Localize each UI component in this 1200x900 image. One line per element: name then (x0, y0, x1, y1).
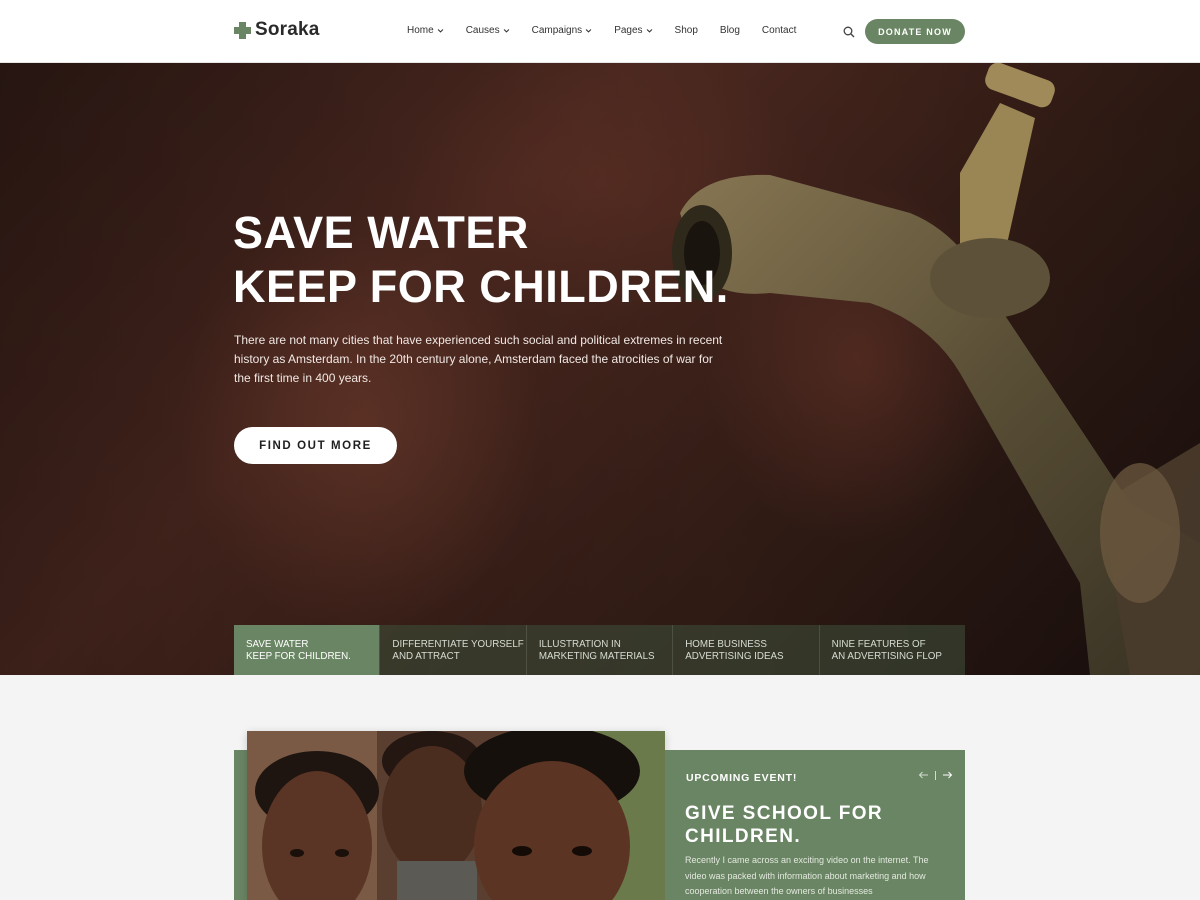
slider-tabs: Save water Keep for children. Differenti… (234, 625, 966, 675)
slider-tab-4[interactable]: Home business advertising ideas (672, 625, 819, 675)
nav-label: Contact (761, 25, 797, 36)
nav-item-blog[interactable]: Blog (720, 25, 740, 36)
slider-tab-2[interactable]: Differentiate yourself and attract (379, 625, 526, 675)
slider-tab-line2: an advertising flop (831, 651, 942, 662)
find-out-more-button[interactable]: FIND OUT MORE (234, 427, 397, 464)
event-title-line2: CHILDREN. (685, 826, 802, 847)
logo-cross-icon (234, 21, 251, 39)
slider-tab-1[interactable]: Save water Keep for children. (234, 625, 380, 675)
event-carousel-controls (918, 770, 953, 780)
main-nav: Home Causes Campaigns Pages Shop Blog Co… (407, 25, 818, 36)
nav-label: Blog (719, 25, 740, 36)
hero-title: SAVE WATER KEEP FOR CHILDREN. (233, 206, 729, 314)
slider-tab-3[interactable]: Illustration in marketing materials (525, 625, 673, 675)
nav-item-shop[interactable]: Shop (675, 25, 698, 36)
nav-item-contact[interactable]: Contact (762, 25, 796, 36)
slider-tab-5[interactable]: Nine features of an advertising flop (818, 625, 966, 675)
hero-title-line2: KEEP FOR CHILDREN. (233, 261, 729, 312)
children-photo-illustration (247, 731, 665, 900)
chevron-down-icon (437, 29, 444, 33)
slider-tab-line1: Illustration in (538, 639, 621, 650)
nav-label: Pages (614, 25, 643, 36)
nav-label: Shop (674, 25, 698, 36)
logo-text: Soraka (255, 19, 320, 40)
chevron-down-icon (585, 29, 592, 33)
slider-tab-line1: Home business (685, 639, 767, 650)
hero-slider: SAVE WATER KEEP FOR CHILDREN. There are … (0, 63, 1200, 675)
search-icon[interactable] (843, 26, 855, 38)
donate-button[interactable]: DONATE NOW (865, 19, 965, 44)
slider-tab-line2: Keep for children. (246, 651, 351, 662)
slider-tab-line1: Differentiate yourself (392, 639, 524, 650)
event-title-line1: GIVE SCHOOL FOR (685, 803, 884, 824)
slider-tab-line2: marketing materials (538, 651, 655, 662)
event-card: UPCOMING EVENT! GIVE SCHOOL FOR CHILDREN… (665, 750, 965, 900)
nav-item-home[interactable]: Home (407, 25, 444, 36)
slider-tab-line2: and attract (392, 651, 460, 662)
event-label: UPCOMING EVENT! (686, 772, 798, 784)
slider-tab-line1: Nine features of (831, 639, 926, 650)
event-description: Recently I came across an exciting video… (685, 855, 929, 896)
nav-item-campaigns[interactable]: Campaigns (532, 25, 593, 36)
event-title[interactable]: GIVE SCHOOL FOR CHILDREN. (685, 802, 883, 848)
chevron-down-icon (503, 29, 509, 33)
arrow-left-icon[interactable] (918, 770, 929, 780)
nav-label: Home (407, 25, 434, 36)
faucet-illustration (672, 63, 1200, 675)
arrow-divider (935, 770, 936, 780)
site-logo[interactable]: Soraka (234, 19, 320, 41)
nav-label: Campaigns (531, 25, 583, 36)
nav-label: Causes (465, 25, 500, 36)
hero-description: There are not many cities that have expe… (234, 333, 723, 385)
nav-item-pages[interactable]: Pages (614, 25, 652, 36)
slider-tab-line1: Save water (246, 639, 309, 650)
event-photo[interactable] (247, 731, 665, 900)
arrow-right-icon[interactable] (942, 770, 953, 780)
site-header: Soraka Home Causes Campaigns Pages Shop … (0, 0, 1200, 63)
nav-item-causes[interactable]: Causes (466, 25, 510, 36)
chevron-down-icon (646, 29, 652, 33)
slider-tab-line2: advertising ideas (685, 651, 784, 662)
hero-title-line1: SAVE WATER (233, 207, 529, 258)
